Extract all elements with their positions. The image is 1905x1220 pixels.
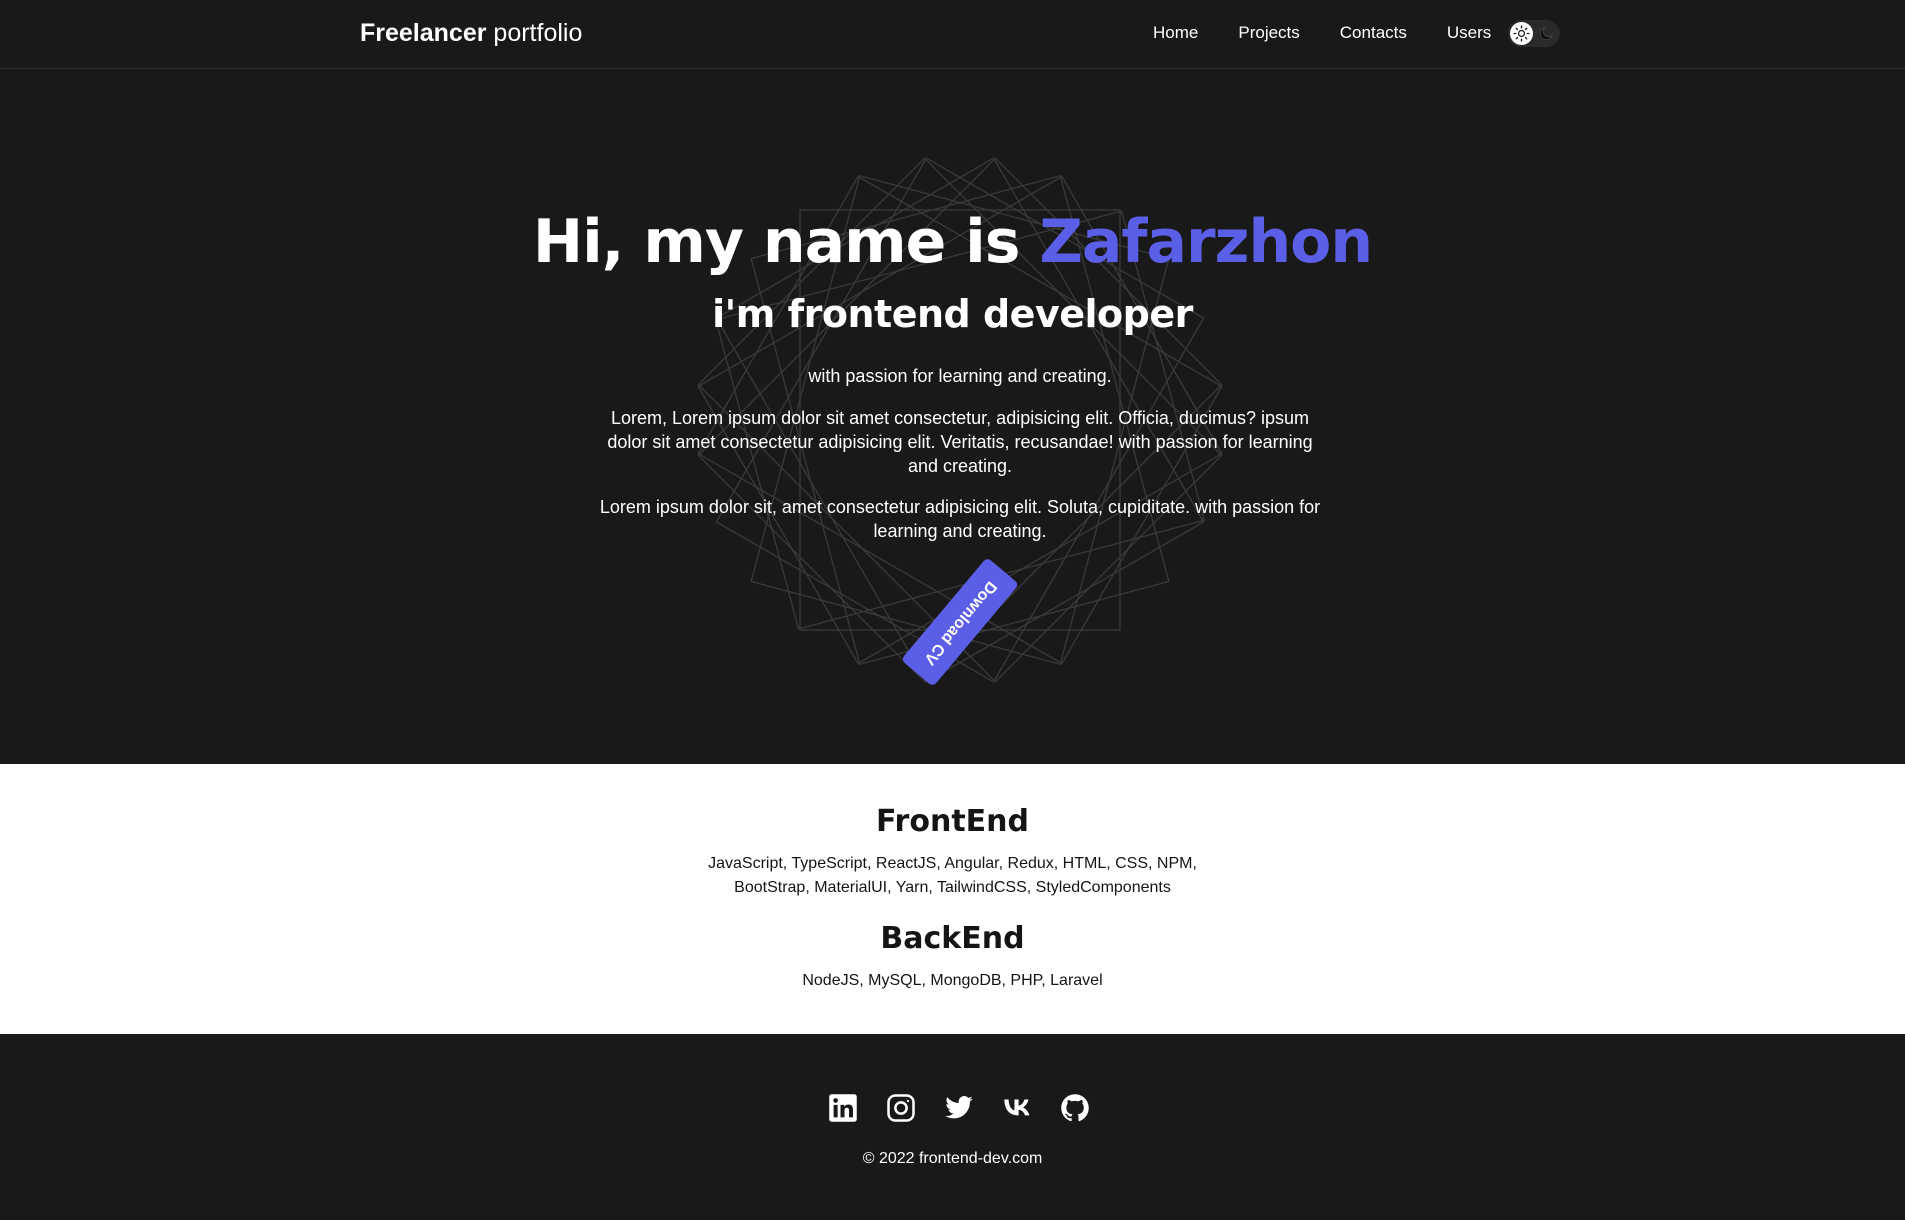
header: Freelancer portfolio Home Projects Conta… — [0, 0, 1905, 69]
backend-title: BackEnd — [880, 921, 1025, 956]
nav-users[interactable]: Users — [1447, 23, 1491, 43]
nav-projects[interactable]: Projects — [1238, 23, 1299, 43]
main-nav: Home Projects Contacts Users — [1153, 23, 1491, 43]
nav-home[interactable]: Home — [1153, 23, 1198, 43]
nav-contacts[interactable]: Contacts — [1340, 23, 1407, 43]
hero-tagline: with passion for learning and creating. — [808, 366, 1112, 386]
hero-paragraph-1: Lorem, Lorem ipsum dolor sit amet consec… — [607, 408, 1313, 476]
hero-paragraph-2: Lorem ipsum dolor sit, amet consectetur … — [599, 497, 1321, 541]
linkedin-icon[interactable] — [827, 1092, 859, 1124]
skills-section: FrontEnd JavaScript, TypeScript, ReactJS… — [0, 764, 1905, 1034]
brand-bold: Freelancer — [360, 19, 487, 47]
vk-icon[interactable] — [1001, 1092, 1033, 1124]
brand-logo[interactable]: Freelancer portfolio — [360, 19, 582, 48]
frontend-list: JavaScript, TypeScript, ReactJS, Angular… — [708, 855, 1197, 896]
github-icon[interactable] — [1059, 1092, 1091, 1124]
instagram-icon[interactable] — [885, 1092, 917, 1124]
page: Freelancer portfolio Home Projects Conta… — [0, 0, 1905, 1220]
footer: © 2022 frontend-dev.com — [0, 1034, 1905, 1220]
copyright-text: © 2022 frontend-dev.com — [862, 1150, 1043, 1167]
hero-subtitle: i'm frontend developer — [712, 292, 1193, 336]
social-links — [827, 1092, 1091, 1124]
frontend-title: FrontEnd — [875, 804, 1029, 839]
hero-section: Hi, my name is Zafarzhon i'm frontend de… — [0, 70, 1905, 764]
hero-title: Hi, my name is Zafarzhon — [0, 207, 1905, 277]
theme-toggle[interactable] — [1508, 20, 1560, 47]
sun-icon — [1510, 22, 1533, 45]
brand-light: portfolio — [493, 19, 583, 47]
moon-icon — [1537, 24, 1556, 43]
twitter-icon[interactable] — [943, 1092, 975, 1124]
hero-title-prefix: Hi, my name is — [532, 207, 1040, 277]
backend-list: NodeJS, MySQL, MongoDB, PHP, Laravel — [802, 972, 1103, 989]
hero-title-name: Zafarzhon — [1039, 207, 1373, 277]
